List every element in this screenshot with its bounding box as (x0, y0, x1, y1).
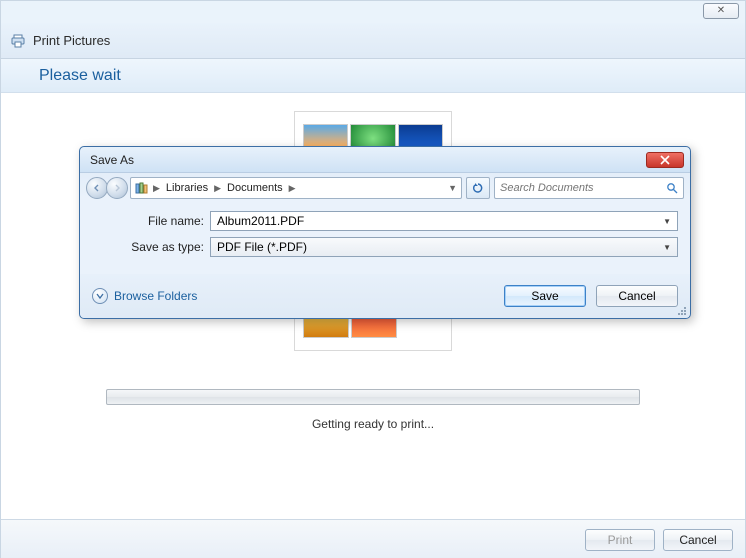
filetype-select[interactable]: PDF File (*.PDF) ▼ (210, 237, 678, 257)
please-wait-banner: Please wait (1, 59, 745, 93)
outer-close-button[interactable]: ✕ (703, 3, 739, 19)
content-area: Please wait Getting ready to print... Sa… (1, 59, 745, 558)
close-icon (659, 155, 671, 165)
chevron-right-icon: ▶ (289, 183, 296, 194)
window-header: Print Pictures (1, 23, 745, 59)
arrow-right-icon (112, 183, 122, 193)
expand-circle-icon (92, 288, 108, 304)
nav-forward-button[interactable] (106, 177, 128, 199)
browse-folders-toggle[interactable]: Browse Folders (92, 288, 197, 304)
chevron-down-icon[interactable]: ▼ (663, 217, 671, 226)
outer-cancel-button[interactable]: Cancel (663, 529, 733, 551)
browse-folders-label: Browse Folders (114, 289, 197, 303)
filename-label: File name: (92, 214, 210, 228)
save-button[interactable]: Save (504, 285, 586, 307)
search-input[interactable] (500, 182, 666, 194)
saveas-footer: Browse Folders Save Cancel (80, 274, 690, 318)
print-pictures-window: ✕ Print Pictures Please wait Getting rea… (0, 0, 746, 558)
saveas-titlebar[interactable]: Save As (80, 147, 690, 173)
filetype-value: PDF File (*.PDF) (217, 240, 307, 254)
saveas-cancel-button[interactable]: Cancel (596, 285, 678, 307)
libraries-icon (135, 182, 149, 194)
print-button: Print (585, 529, 655, 551)
outer-titlebar: ✕ (1, 1, 745, 23)
chevron-right-icon: ▶ (214, 183, 221, 194)
progress-bar (106, 389, 640, 405)
filename-field-wrap[interactable]: ▼ (210, 211, 678, 231)
filename-input[interactable] (217, 214, 663, 228)
status-text: Getting ready to print... (1, 417, 745, 431)
chevron-down-icon (96, 292, 104, 300)
search-icon (666, 182, 678, 194)
filetype-label: Save as type: (92, 240, 210, 254)
saveas-close-button[interactable] (646, 152, 684, 168)
printer-icon (11, 34, 25, 48)
address-breadcrumb[interactable]: ▶ Libraries ▶ Documents ▶ ▼ (130, 177, 462, 199)
outer-button-bar: Print Cancel (1, 519, 745, 558)
refresh-icon (472, 182, 484, 194)
chevron-down-icon[interactable]: ▼ (448, 183, 457, 193)
saveas-form: File name: ▼ Save as type: PDF File (*.P… (80, 203, 690, 263)
nav-back-button[interactable] (86, 177, 108, 199)
breadcrumb-segment-libraries[interactable]: Libraries (164, 182, 210, 194)
save-as-dialog: Save As ▶ (79, 146, 691, 319)
refresh-button[interactable] (466, 177, 490, 199)
breadcrumb-segment-documents[interactable]: Documents (225, 182, 285, 194)
search-box[interactable] (494, 177, 684, 199)
chevron-right-icon: ▶ (153, 183, 160, 194)
arrow-left-icon (92, 183, 102, 193)
saveas-nav-row: ▶ Libraries ▶ Documents ▶ ▼ (80, 173, 690, 203)
saveas-title: Save As (90, 153, 134, 167)
window-title: Print Pictures (33, 33, 110, 48)
chevron-down-icon: ▼ (663, 243, 671, 252)
resize-grip-icon[interactable] (678, 307, 686, 315)
